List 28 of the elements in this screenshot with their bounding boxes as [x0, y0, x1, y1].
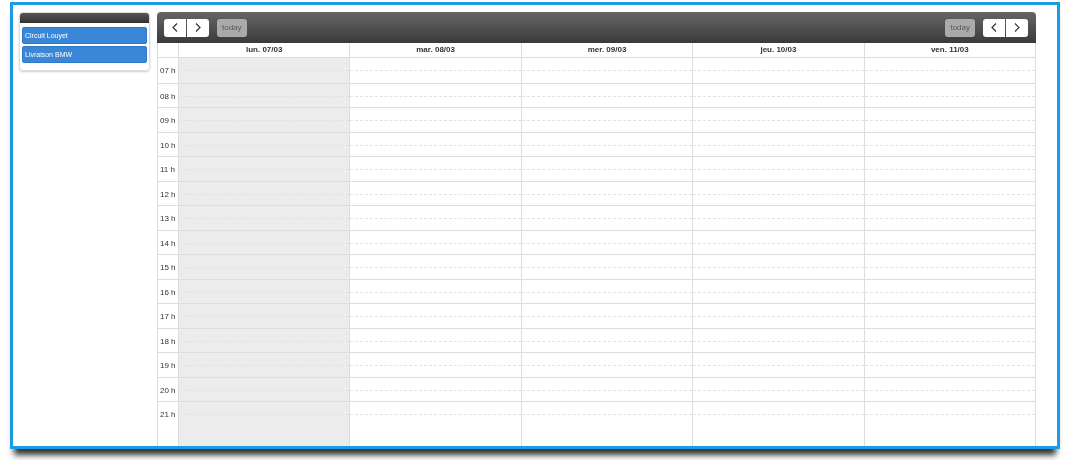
- next-button[interactable]: [1006, 18, 1028, 37]
- hour-label: 21 h: [160, 410, 176, 419]
- hour-label: 10 h: [160, 140, 176, 150]
- day-header: mar. 08/03: [350, 43, 522, 57]
- hour-label: 15 h: [160, 263, 176, 272]
- previous-button[interactable]: [983, 18, 1005, 37]
- hour-label: 13 h: [160, 214, 176, 223]
- hour-label: 08 h: [160, 91, 176, 101]
- day-header: mer. 09/03: [521, 43, 694, 57]
- hour-label: 12 h: [160, 189, 176, 199]
- chevron-right-icon: [195, 23, 201, 32]
- hour-label: 14 h: [160, 238, 176, 248]
- day-header: ven. 11/03: [929, 44, 970, 56]
- day-header: lun. 07/03: [179, 43, 351, 57]
- hour-label: 07 h: [160, 66, 176, 75]
- hour-label: 18 h: [160, 336, 176, 346]
- next-button[interactable]: [187, 18, 209, 37]
- hour-label: 09 h: [160, 116, 176, 125]
- chevron-right-icon: [1014, 23, 1020, 32]
- hour-label: 20 h: [160, 385, 176, 395]
- hour-label: 16 h: [160, 287, 176, 297]
- hour-label: 19 h: [160, 361, 176, 370]
- chevron-left-icon: [991, 23, 997, 32]
- day-header: jeu. 10/03: [693, 43, 865, 57]
- chevron-left-icon: [172, 23, 178, 32]
- previous-button[interactable]: [164, 18, 186, 37]
- hour-label: 11 h: [160, 165, 175, 174]
- hour-label: 17 h: [160, 312, 176, 321]
